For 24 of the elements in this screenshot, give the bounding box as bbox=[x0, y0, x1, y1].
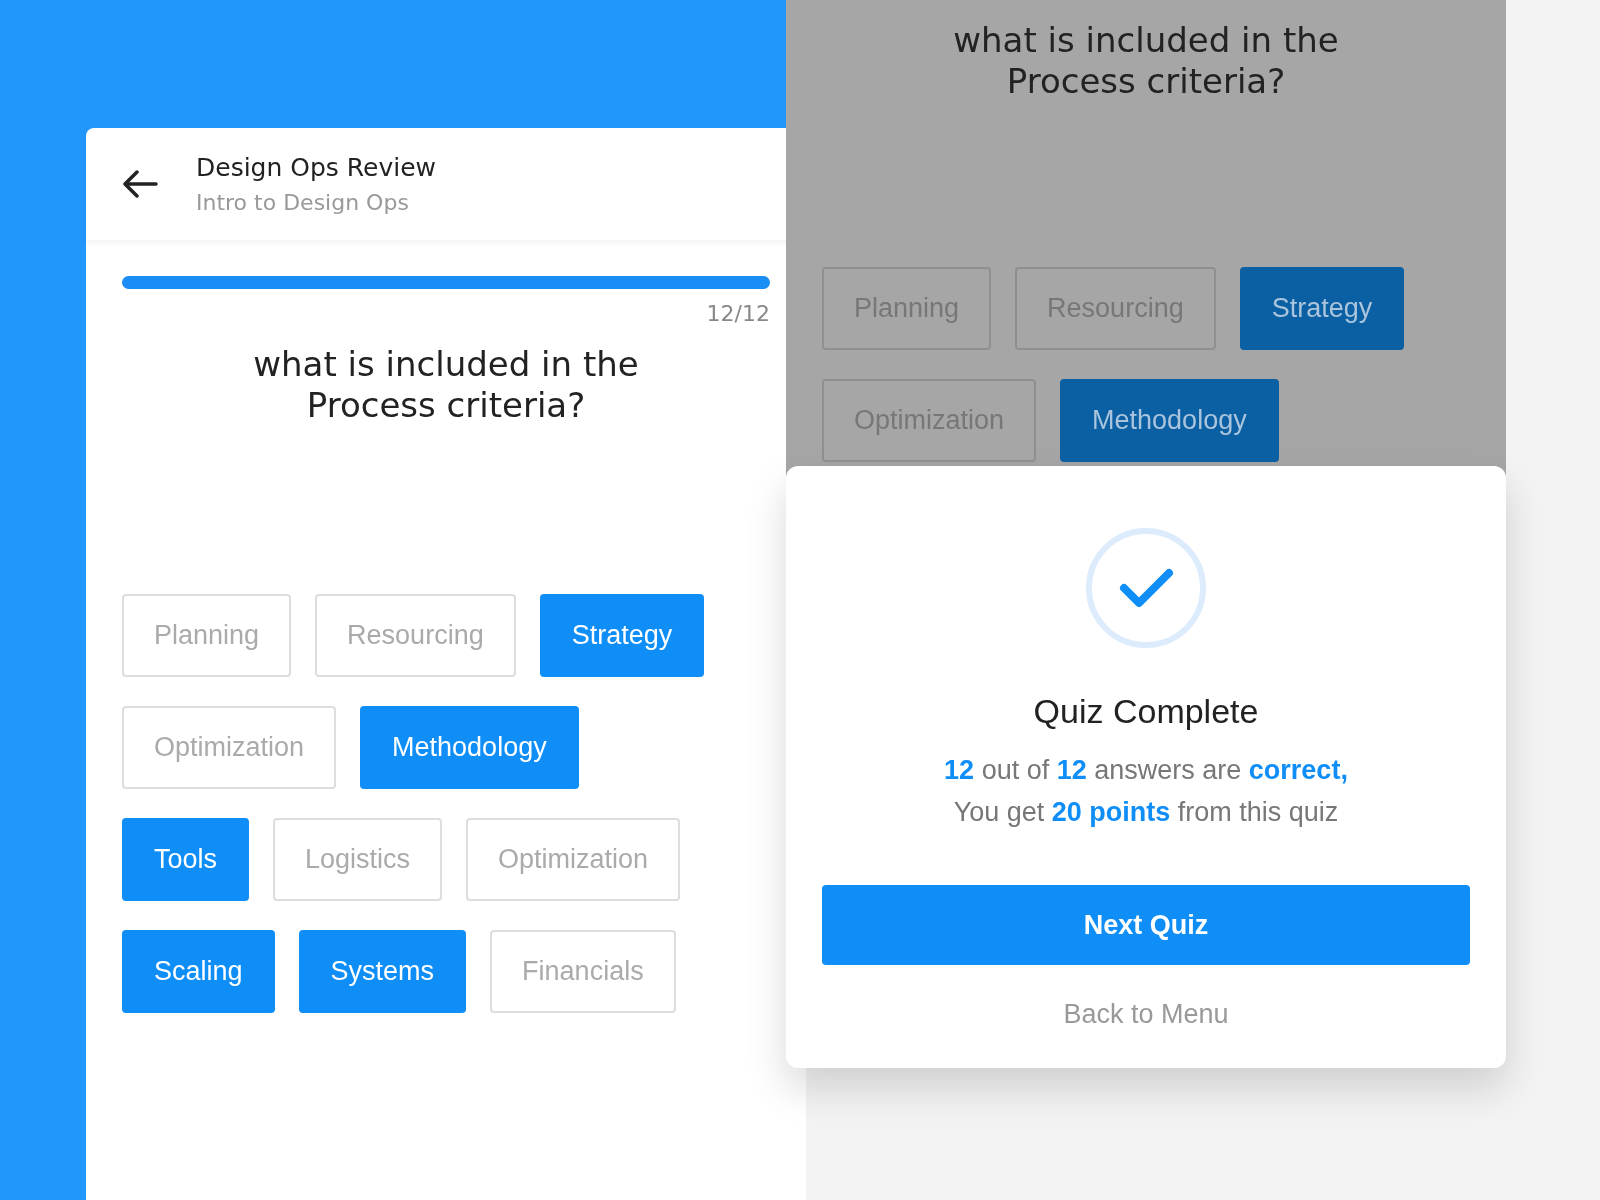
back-to-menu-link[interactable]: Back to Menu bbox=[1063, 999, 1229, 1030]
answer-chip[interactable]: Methodology bbox=[1060, 379, 1279, 462]
back-icon[interactable] bbox=[122, 170, 158, 198]
result-message: 12 out of 12 answers are correct, You get 20 points from this quiz bbox=[944, 754, 1348, 829]
answer-chip[interactable]: Scaling bbox=[122, 930, 275, 1013]
dialog-title: Quiz Complete bbox=[1033, 692, 1259, 731]
check-icon bbox=[1084, 526, 1208, 650]
answer-chip[interactable]: Optimization bbox=[122, 706, 337, 789]
answer-chip[interactable]: Strategy bbox=[539, 594, 705, 677]
answer-chip[interactable]: Optimization bbox=[466, 818, 681, 901]
answer-chip[interactable]: Financials bbox=[490, 930, 676, 1013]
answer-chip[interactable]: Methodology bbox=[360, 706, 579, 789]
answer-chip[interactable]: Logistics bbox=[273, 818, 443, 901]
answer-chip[interactable]: Tools bbox=[122, 818, 250, 901]
answer-chip[interactable]: Systems bbox=[298, 930, 467, 1013]
next-quiz-button[interactable]: Next Quiz bbox=[822, 885, 1470, 965]
progress-count: 12/12 bbox=[706, 301, 770, 326]
quiz-title: Design Ops Review bbox=[196, 153, 436, 182]
answer-chip[interactable]: Resourcing bbox=[315, 594, 516, 677]
quiz-subtitle: Intro to Design Ops bbox=[196, 190, 410, 215]
answer-chip[interactable]: Strategy bbox=[1239, 267, 1405, 350]
question-text: what is included in the Process criteria? bbox=[952, 20, 1340, 102]
answer-chip[interactable]: Planning bbox=[122, 594, 292, 677]
question-text: what is included in the Process criteria? bbox=[252, 344, 640, 426]
